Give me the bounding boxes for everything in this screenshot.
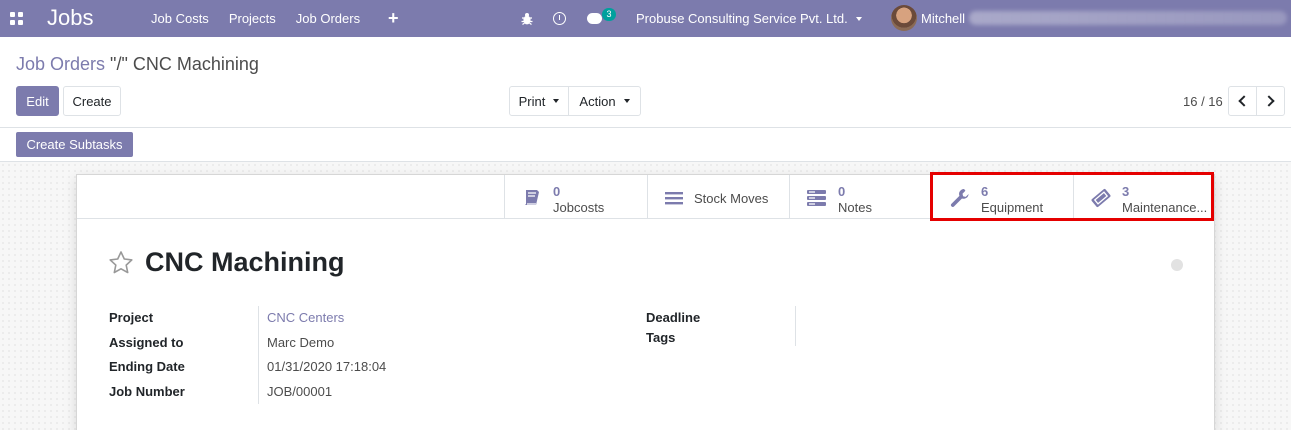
breadcrumb-separator: "/" <box>105 54 133 74</box>
job-number-value: JOB/00001 <box>267 384 333 399</box>
blurred-db-name <box>969 11 1287 25</box>
user-name[interactable]: Mitchell <box>921 11 965 26</box>
deadline-label: Deadline <box>646 310 701 325</box>
debug-bug-icon[interactable] <box>520 0 534 37</box>
project-label: Project <box>109 310 154 325</box>
notes-count: 0 <box>838 184 846 199</box>
assigned-to-label: Assigned to <box>109 335 184 350</box>
edit-button[interactable]: Edit <box>16 86 59 116</box>
jobcosts-label: Jobcosts <box>553 200 605 215</box>
server-icon <box>807 190 826 206</box>
stock-moves-label: Stock Moves <box>694 191 769 206</box>
jobcosts-count: 0 <box>553 184 561 199</box>
menu-item-job-orders[interactable]: Job Orders <box>286 11 370 26</box>
caret-down-icon <box>623 99 630 103</box>
company-name: Probuse Consulting Service Pvt. Ltd. <box>636 11 848 26</box>
company-switcher[interactable]: Probuse Consulting Service Pvt. Ltd. <box>636 0 862 37</box>
menu-item-job-costs[interactable]: Job Costs <box>141 11 219 26</box>
chat-badge: 3 <box>602 8 616 21</box>
ending-date-value: 01/31/2020 17:18:04 <box>267 359 387 374</box>
caret-down-icon <box>553 99 560 103</box>
book-icon <box>525 190 539 205</box>
jobcosts-smart-button[interactable]: 0 Jobcosts <box>504 175 647 219</box>
breadcrumb-job-orders[interactable]: Job Orders <box>16 54 105 74</box>
print-dropdown[interactable]: Print <box>509 86 569 116</box>
messaging-chat-icon[interactable] <box>587 0 602 37</box>
tags-label: Tags <box>646 330 676 345</box>
left-group-separator <box>258 306 259 404</box>
menu-item-projects[interactable]: Projects <box>219 11 286 26</box>
apps-menu-icon[interactable] <box>10 12 23 25</box>
project-link[interactable]: CNC Centers <box>267 310 344 325</box>
stock-moves-smart-button[interactable]: Stock Moves <box>647 175 789 219</box>
notes-label: Notes <box>838 200 872 215</box>
pager-next-button[interactable] <box>1256 86 1285 116</box>
ending-date-label: Ending Date <box>109 359 185 374</box>
action-dropdown[interactable]: Action <box>568 86 641 116</box>
star-outline-icon[interactable] <box>108 250 134 276</box>
create-button[interactable]: Create <box>63 86 121 116</box>
breadcrumb: Job Orders "/" CNC Machining <box>16 54 259 75</box>
plus-icon[interactable]: + <box>388 8 399 29</box>
app-brand[interactable]: Jobs <box>47 5 93 31</box>
job-number-label: Job Number <box>109 384 185 399</box>
red-highlight-box <box>930 172 1214 221</box>
right-group-separator <box>795 306 796 346</box>
assigned-to-value: Marc Demo <box>267 335 335 350</box>
top-navbar: Jobs Job Costs Projects Job Orders + 3 P… <box>0 0 1291 37</box>
create-subtasks-button[interactable]: Create Subtasks <box>16 132 133 157</box>
caret-down-icon <box>855 16 862 21</box>
user-avatar[interactable] <box>891 5 917 31</box>
main-menu: Job Costs Projects Job Orders <box>141 0 370 37</box>
form-statusbar <box>0 128 1291 162</box>
chevron-right-icon <box>1263 95 1275 107</box>
pager-previous-button[interactable] <box>1228 86 1257 116</box>
kanban-state-dot[interactable] <box>1171 259 1183 271</box>
action-label: Action <box>579 93 616 109</box>
activity-clock-icon[interactable] <box>553 0 566 37</box>
notes-smart-button[interactable]: 0 Notes <box>789 175 932 219</box>
record-title: CNC Machining <box>145 247 345 277</box>
list-bars-icon <box>665 192 683 205</box>
chevron-left-icon <box>1238 95 1250 107</box>
pager-value[interactable]: 16 / 16 <box>1183 94 1223 109</box>
breadcrumb-current: CNC Machining <box>132 54 259 74</box>
print-label: Print <box>518 93 546 109</box>
